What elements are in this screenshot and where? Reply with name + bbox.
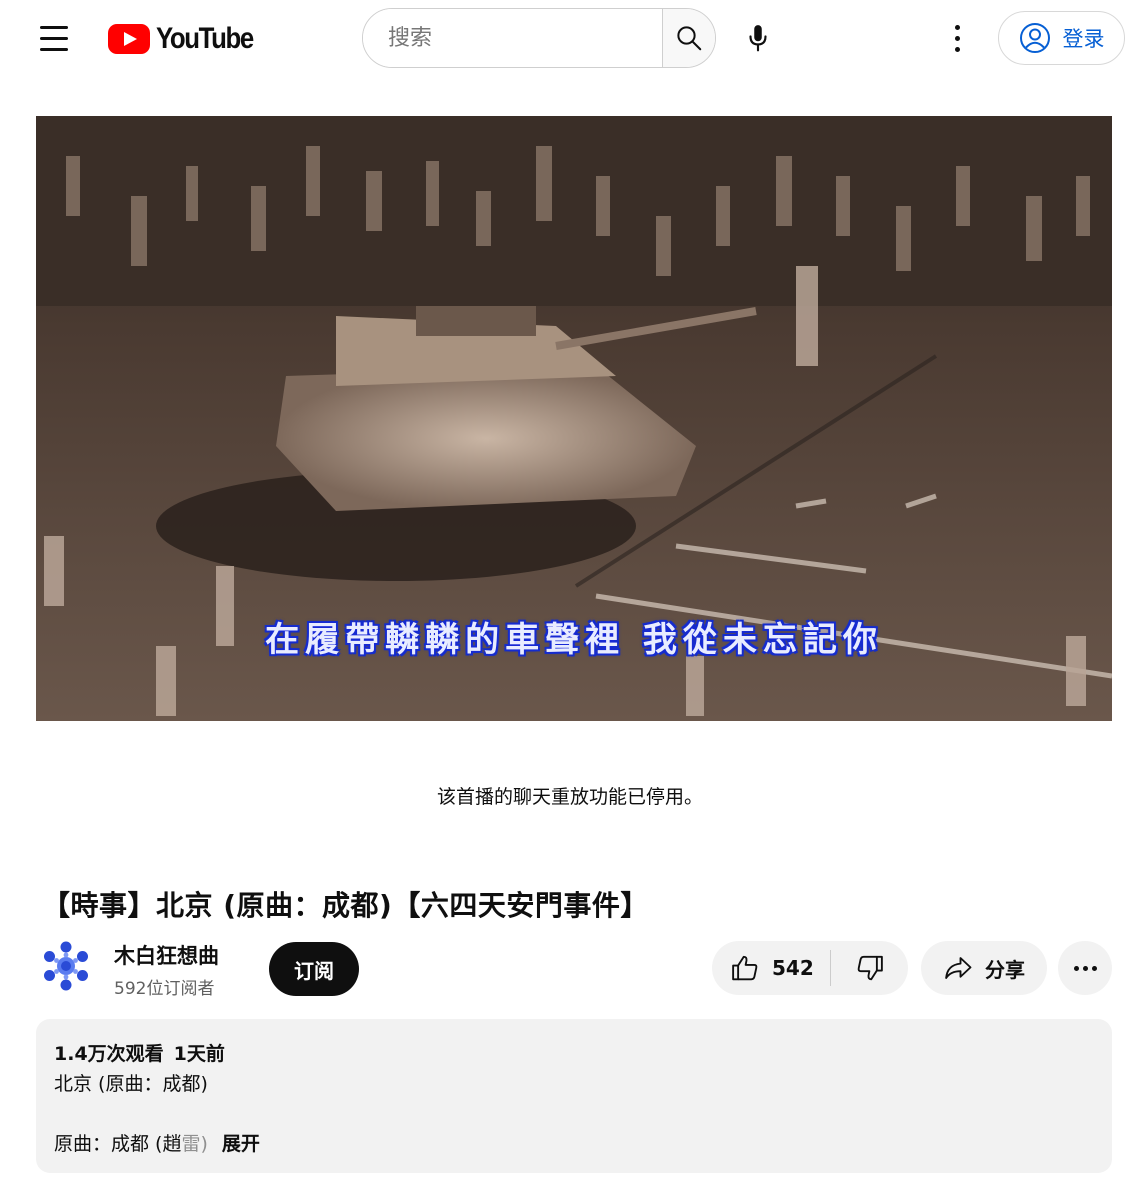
like-button[interactable]: 542 [712,941,830,995]
search-icon [677,26,702,51]
signin-label: 登录 [1062,27,1105,51]
video-subtitle: 在履帶轔轔的車聲裡 我從未忘記你 [265,620,883,660]
chat-replay-notice: 该首播的聊天重放功能已停用。 [436,786,703,808]
expand-description-button[interactable]: 展开 [222,1133,260,1155]
youtube-logo[interactable]: YouTube [108,22,269,56]
more-horizontal-icon[interactable] [1058,941,1112,995]
search-bar [362,8,716,68]
channel-logo-icon [44,941,88,991]
logo-text: YouTube [156,22,254,55]
microphone-icon [749,25,767,52]
video-title: 【時事】北京 (原曲：成都)【六四天安門事件】 [42,889,649,922]
upload-date: 1天前 [173,1043,225,1065]
video-player[interactable]: 在履帶轔轔的車聲裡 我從未忘記你 [36,116,1112,721]
description-box[interactable]: 1.4万次观看 1天前 北京 (原曲：成都) 原曲：成都 (趙雷) 展开 [36,1019,1112,1173]
subscribe-button[interactable]: 订阅 [269,942,359,996]
account-circle-icon [1019,23,1050,53]
description-text-faded: 雷) [181,1133,208,1155]
hamburger-menu-icon[interactable] [32,20,76,56]
description-meta: 1.4万次观看 1天前 [54,1039,225,1066]
description-text: 原曲：成都 (趙 [54,1133,182,1155]
dislike-button[interactable] [831,941,908,995]
like-count: 542 [772,956,814,980]
share-label: 分享 [985,957,1025,982]
more-vertical-icon[interactable] [936,16,978,60]
channel-name[interactable]: 木白狂想曲 [114,940,219,970]
thumbs-up-icon [732,955,758,981]
search-input[interactable] [363,9,662,67]
share-arrow-icon [945,957,972,979]
share-button[interactable]: 分享 [921,941,1047,995]
channel-avatar[interactable] [40,940,92,992]
search-button[interactable] [662,9,715,67]
like-dislike-group: 542 [712,941,908,995]
signin-button[interactable]: 登录 [998,11,1125,65]
voice-search-button[interactable] [736,16,780,60]
description-line: 原曲：成都 (趙雷) 展开 [54,1129,260,1156]
top-bar: YouTube 登录 [0,0,1148,78]
description-line: 北京 (原曲：成都) [54,1073,208,1095]
view-count: 1.4万次观看 [54,1043,164,1065]
youtube-play-icon [108,24,150,54]
thumbs-down-icon [857,955,883,981]
subscriber-count: 592位订阅者 [114,979,215,999]
